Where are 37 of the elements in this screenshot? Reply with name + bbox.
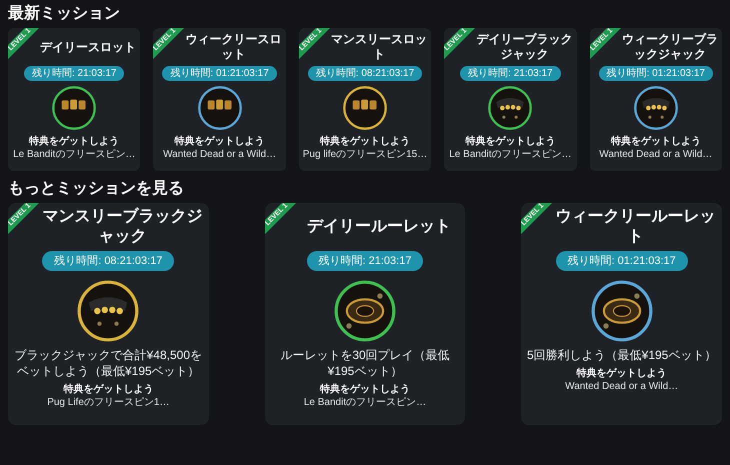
mission-title: デイリーブラックジャック <box>476 32 573 62</box>
mission-title: デイリールーレット <box>306 217 452 237</box>
reward-text: Pug lifeのフリースピン15… <box>302 148 428 161</box>
reward-label: 特典をゲットしよう <box>320 383 410 396</box>
mission-title: ウィークリーブラックジャック <box>622 32 718 62</box>
mission-title: ウィークリールーレット <box>554 207 717 247</box>
reward-label: 特典をゲットしよう <box>63 383 154 396</box>
reward-text: Wanted Dead or a Wild… <box>565 380 678 393</box>
reward-text: Le Banditのフリースピン… <box>13 148 136 161</box>
time-remaining-badge: 残り時間: 08:21:03:17 <box>42 251 174 271</box>
reward-text: Le Banditのフリースピン… <box>449 148 572 161</box>
time-remaining-badge: 残り時間: 21:03:17 <box>306 251 424 271</box>
mission-description: 5回勝利しよう（最低¥195ベット） <box>526 347 716 363</box>
time-remaining-badge: 残り時間: 01:21:03:17 <box>556 251 688 271</box>
reward-label: 特典をゲットしよう <box>465 135 556 148</box>
time-remaining-badge: 残り時間: 08:21:03:17 <box>308 66 422 81</box>
mission-description: ルーレットを30回プレイ（最低¥195ベット） <box>279 347 451 379</box>
time-remaining-badge: 残り時間: 01:21:03:17 <box>162 66 277 81</box>
reward-label: 特典をゲットしよう <box>610 135 701 148</box>
reward-text: Wanted Dead or a Wild… <box>599 148 712 161</box>
reward-label: 特典をゲットしよう <box>320 135 410 148</box>
mission-title: マンスリーブラックジャック <box>41 207 204 247</box>
section-heading: もっとミッションを見る <box>8 179 185 199</box>
reward-label: 特典をゲットしよう <box>576 367 667 380</box>
section-heading: 最新ミッション <box>8 4 121 24</box>
mission-title: ウィークリースロット <box>185 32 282 62</box>
reward-text: Le Banditのフリースピン… <box>304 396 426 409</box>
reward-label: 特典をゲットしよう <box>29 135 120 148</box>
time-remaining-badge: 残り時間: 01:21:03:17 <box>598 66 713 81</box>
reward-label: 特典をゲットしよう <box>174 135 265 148</box>
time-remaining-badge: 残り時間: 21:03:17 <box>24 66 124 81</box>
reward-text: Pug Lifeのフリースピン1… <box>47 396 170 409</box>
reward-text: Wanted Dead or a Wild… <box>163 148 276 161</box>
mission-title: マンスリースロット <box>330 32 428 62</box>
mission-title: デイリースロット <box>40 38 136 56</box>
time-remaining-badge: 残り時間: 21:03:17 <box>460 66 561 81</box>
mission-description: ブラックジャックで合計¥48,500をベットしよう（最低¥195ベット） <box>14 347 204 379</box>
